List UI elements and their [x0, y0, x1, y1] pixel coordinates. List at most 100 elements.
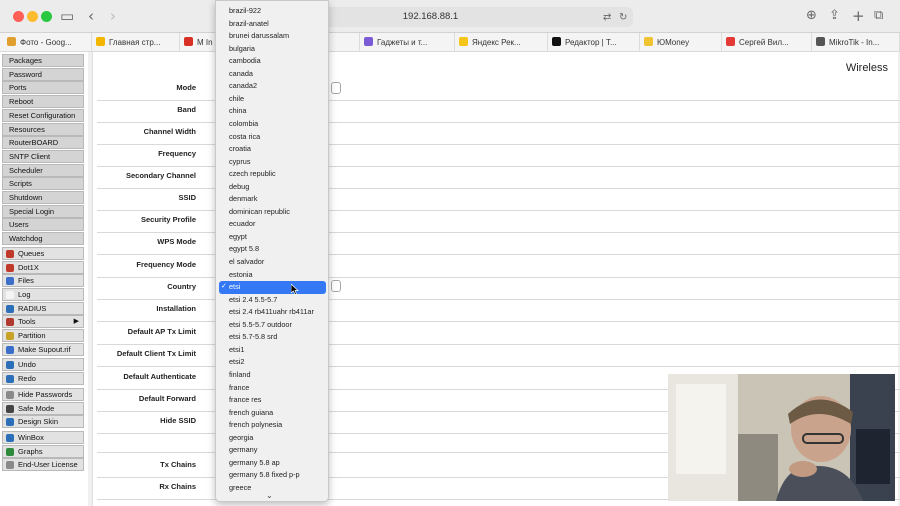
dropdown-option-label: french polynesia: [229, 420, 283, 430]
sidebar-item[interactable]: Shutdown: [2, 191, 84, 204]
dropdown-option[interactable]: estonia: [216, 269, 328, 282]
sidebar-item[interactable]: Hide Passwords: [2, 387, 84, 401]
dropdown-option[interactable]: debug: [216, 181, 328, 194]
dropdown-option[interactable]: etsi1: [216, 344, 328, 357]
sidebar-item[interactable]: End-User License: [2, 458, 84, 472]
bookmark-favicon-icon: [552, 37, 561, 46]
dropdown-option[interactable]: brunei darussalam: [216, 30, 328, 43]
sidebar-item[interactable]: Resources: [2, 122, 84, 136]
dropdown-option[interactable]: cambodia: [216, 55, 328, 68]
dropdown-option[interactable]: brazil-922: [216, 5, 328, 18]
sidebar-item[interactable]: Special Login: [2, 204, 84, 218]
dropdown-option[interactable]: egypt: [216, 231, 328, 244]
bookmark-item[interactable]: Яндекс Рек...: [455, 33, 548, 52]
dropdown-option[interactable]: french guiana: [216, 407, 328, 420]
dropdown-option[interactable]: czech republic: [216, 168, 328, 181]
sidebar-item[interactable]: Tools ▶: [2, 315, 84, 329]
dropdown-option[interactable]: dominican republic: [216, 206, 328, 219]
dropdown-option[interactable]: etsi 5.5-5.7 outdoor: [216, 319, 328, 332]
sidebar-item[interactable]: Watchdog: [2, 232, 84, 246]
bookmark-favicon-icon: [184, 37, 193, 46]
sidebar-item[interactable]: Files: [2, 274, 84, 288]
dropdown-option[interactable]: etsi 5.7-5.8 srd: [216, 331, 328, 344]
dropdown-option[interactable]: etsi2: [216, 356, 328, 369]
dropdown-option[interactable]: germany 5.8 ap: [216, 457, 328, 470]
dropdown-option[interactable]: finland: [216, 369, 328, 382]
dropdown-option-selected[interactable]: ✓ etsi: [219, 281, 326, 294]
sidebar-item[interactable]: Partition: [2, 329, 84, 342]
sidebar-item[interactable]: Password: [2, 67, 84, 81]
share-icon[interactable]: ⇪: [829, 7, 840, 25]
back-icon[interactable]: ‹: [88, 7, 94, 25]
sidebar-item[interactable]: Users: [2, 218, 84, 232]
sidebar-item[interactable]: WinBox: [2, 430, 84, 444]
dropdown-option[interactable]: denmark: [216, 193, 328, 206]
sidebar-item[interactable]: Ports: [2, 81, 84, 95]
sidebar-item[interactable]: Undo: [2, 358, 84, 372]
bookmark-item[interactable]: Главная стр...: [92, 33, 180, 52]
bookmark-item[interactable]: ЮMoney: [640, 33, 722, 52]
dropdown-option[interactable]: ecuador: [216, 218, 328, 231]
sidebar-item[interactable]: Reboot: [2, 95, 84, 109]
sidebar-item[interactable]: Make Supout.rif: [2, 342, 84, 356]
dropdown-option[interactable]: croatia: [216, 143, 328, 156]
sidebar-item[interactable]: Redo: [2, 372, 84, 386]
forward-icon[interactable]: ›: [110, 7, 116, 25]
sidebar-item[interactable]: Safe Mode: [2, 401, 84, 415]
dropdown-option[interactable]: georgia: [216, 432, 328, 445]
sidebar-item[interactable]: Scripts: [2, 177, 84, 191]
minimize-window-button[interactable]: [27, 11, 38, 22]
dropdown-option[interactable]: colombia: [216, 118, 328, 131]
mode-select-stepper[interactable]: [331, 82, 341, 94]
sidebar-item[interactable]: RADIUS: [2, 301, 84, 315]
sidebar-toggle-icon[interactable]: ▭: [60, 7, 74, 25]
dropdown-option[interactable]: germany: [216, 444, 328, 457]
dropdown-option[interactable]: cyprus: [216, 156, 328, 169]
dropdown-option[interactable]: costa rica: [216, 131, 328, 144]
bookmark-item[interactable]: Гаджеты и т...: [360, 33, 455, 52]
sidebar-item[interactable]: RouterBOARD: [2, 136, 84, 150]
bookmark-item[interactable]: Сергей Вил...: [722, 33, 812, 52]
dropdown-option[interactable]: french polynesia: [216, 419, 328, 432]
reload-icon[interactable]: ↻: [619, 9, 627, 27]
translate-icon[interactable]: ⇄: [603, 9, 611, 27]
dropdown-option[interactable]: canada: [216, 68, 328, 81]
dropdown-option[interactable]: chile: [216, 93, 328, 106]
dropdown-option[interactable]: etsi 2.4 5.5-5.7: [216, 294, 328, 307]
sidebar-item-label: End-User License: [18, 460, 78, 470]
sidebar-item[interactable]: Log: [2, 287, 84, 301]
country-dropdown-list[interactable]: ⌄ brazil-922 brazil-anatel brunei darussal…: [215, 0, 329, 502]
sidebar-item[interactable]: Packages: [2, 54, 84, 67]
zoom-window-button[interactable]: [41, 11, 52, 22]
dropdown-option[interactable]: germany 5.8 fixed p-p: [216, 469, 328, 482]
tab-overview-icon[interactable]: ⧉: [874, 7, 883, 25]
dropdown-option[interactable]: egypt 5.8: [216, 243, 328, 256]
bookmark-item[interactable]: Редактор | T...: [548, 33, 640, 52]
dropdown-option[interactable]: el salvador: [216, 256, 328, 269]
sidebar-item[interactable]: Graphs: [2, 444, 84, 458]
dropdown-option[interactable]: canada2: [216, 80, 328, 93]
dropdown-option[interactable]: france: [216, 382, 328, 395]
dropdown-option[interactable]: france res: [216, 394, 328, 407]
dropdown-option[interactable]: bulgaria: [216, 43, 328, 56]
dropdown-option[interactable]: brazil-anatel: [216, 18, 328, 31]
bookmark-item[interactable]: MikroTik - In...: [812, 33, 900, 52]
sidebar-item[interactable]: Design Skin: [2, 415, 84, 429]
tools-icon: [6, 318, 14, 327]
folder-icon: [6, 277, 14, 286]
sidebar-item[interactable]: Queues: [2, 246, 84, 260]
downloads-icon[interactable]: ⊕: [806, 7, 817, 25]
dropdown-option[interactable]: etsi 2.4 rb411uahr rb411ar: [216, 306, 328, 319]
sidebar-item[interactable]: Scheduler: [2, 163, 84, 177]
dropdown-option[interactable]: greece: [216, 482, 328, 495]
bookmark-item[interactable]: Фото - Goog...: [3, 33, 92, 52]
dropdown-option-label: ecuador: [229, 219, 256, 229]
sidebar-item[interactable]: Dot1X: [2, 260, 84, 274]
new-tab-icon[interactable]: +: [852, 7, 865, 25]
sidebar-item[interactable]: Reset Configuration: [2, 108, 84, 122]
dropdown-option[interactable]: china: [216, 105, 328, 118]
sidebar-item[interactable]: SNTP Client: [2, 149, 84, 163]
dropdown-option-label: cambodia: [229, 56, 261, 66]
country-select-stepper[interactable]: [331, 280, 341, 292]
close-window-button[interactable]: [13, 11, 24, 22]
